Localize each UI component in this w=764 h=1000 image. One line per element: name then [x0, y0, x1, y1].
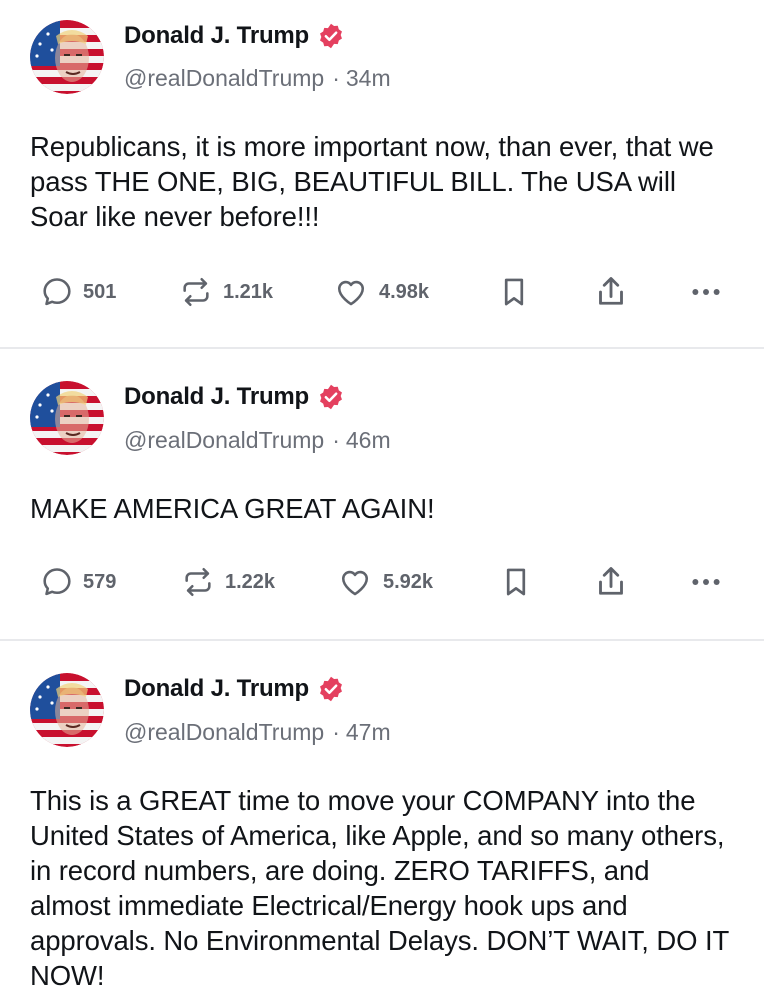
repost-arrows-icon [183, 277, 209, 307]
share-button[interactable] [593, 270, 629, 314]
more-options-button[interactable] [689, 560, 723, 604]
verified-badge-icon [317, 22, 345, 50]
post-actions: 501 1.21k 4.98k [0, 270, 764, 314]
reply-button[interactable]: 579 [40, 560, 116, 604]
like-button[interactable]: 4.98k [332, 270, 429, 314]
reply-count: 501 [83, 280, 117, 303]
bookmark-icon [506, 568, 526, 596]
avatar[interactable] [30, 381, 104, 455]
speech-bubble-icon [43, 568, 71, 596]
heart-icon [337, 280, 365, 306]
author-meta: @realDonaldTrump · 47m [124, 719, 391, 745]
author-name[interactable]: Donald J. Trump [124, 675, 309, 703]
speech-bubble-icon [43, 278, 71, 306]
like-count: 4.98k [379, 280, 430, 303]
avatar[interactable] [30, 673, 104, 747]
bookmark-button[interactable] [497, 270, 531, 314]
repost-button[interactable]: 1.21k [178, 270, 273, 314]
post-card[interactable]: Donald J. Trump @realDonaldTrump · 34m Rep… [0, 0, 764, 348]
author-name[interactable]: Donald J. Trump [124, 22, 309, 50]
post-card[interactable]: Donald J. Trump @realDonaldTrump · 47m Thi… [0, 641, 764, 1000]
like-button[interactable]: 5.92k [336, 560, 433, 604]
share-upload-icon [599, 277, 623, 305]
post-text: MAKE AMERICA GREAT AGAIN! [30, 493, 435, 524]
repost-arrows-icon [185, 567, 211, 597]
post-text: This is a GREAT time to move your COMPAN… [30, 785, 729, 991]
repost-button[interactable]: 1.22k [180, 560, 275, 604]
heart-icon [341, 570, 369, 596]
post-text: Republicans, it is more important now, t… [30, 131, 714, 232]
share-upload-icon [599, 567, 623, 595]
bookmark-button[interactable] [499, 560, 533, 604]
repost-count: 1.22k [225, 570, 276, 593]
repost-count: 1.21k [223, 280, 274, 303]
verified-badge-icon [317, 675, 345, 703]
verified-badge-icon [317, 383, 345, 411]
post-timestamp[interactable]: 47m [346, 719, 391, 745]
author-meta: @realDonaldTrump · 46m [124, 427, 391, 453]
more-dots-icon [692, 289, 720, 295]
author-name[interactable]: Donald J. Trump [124, 383, 309, 411]
author-handle[interactable]: @realDonaldTrump [124, 427, 324, 453]
more-options-button[interactable] [689, 270, 723, 314]
reply-count: 579 [83, 570, 117, 593]
share-button[interactable] [593, 560, 629, 604]
author-meta: @realDonaldTrump · 34m [124, 65, 391, 91]
like-count: 5.92k [383, 570, 434, 593]
author-handle[interactable]: @realDonaldTrump [124, 65, 324, 91]
reply-button[interactable]: 501 [40, 270, 116, 314]
post-timestamp[interactable]: 46m [346, 427, 391, 453]
post-card[interactable]: Donald J. Trump @realDonaldTrump · 46m MAK… [0, 349, 764, 639]
author-handle[interactable]: @realDonaldTrump [124, 719, 324, 745]
bookmark-icon [504, 278, 524, 306]
avatar[interactable] [30, 20, 104, 94]
post-timestamp[interactable]: 34m [346, 65, 391, 91]
more-dots-icon [692, 579, 720, 585]
post-actions: 579 1.22k 5.92k [0, 560, 764, 604]
